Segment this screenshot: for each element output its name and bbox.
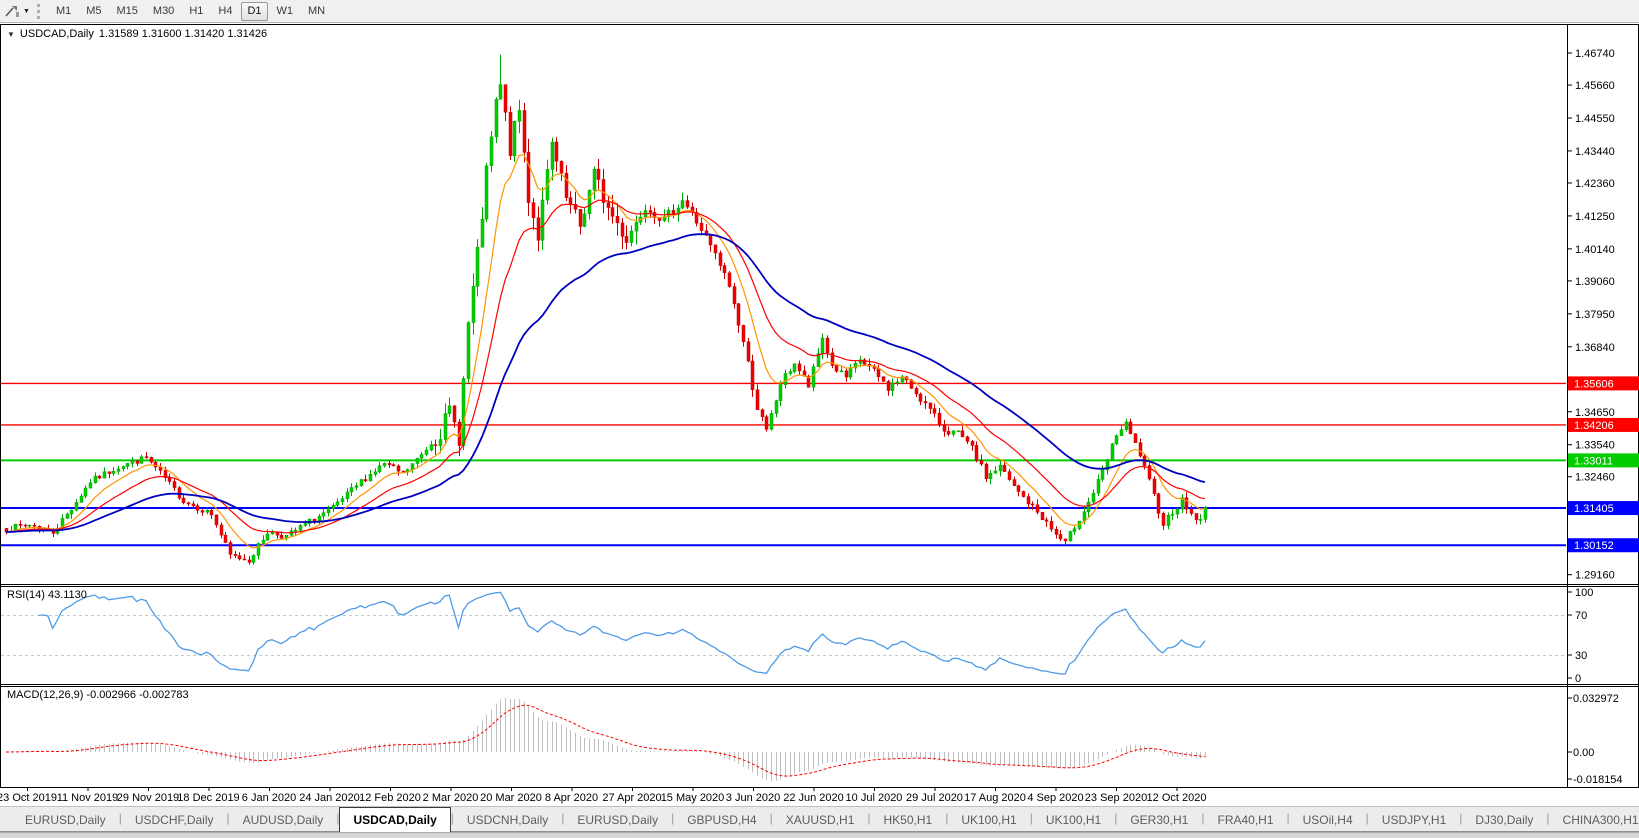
timeframe-button-h1[interactable]: H1 xyxy=(183,2,209,21)
rsi-label: RSI(14) 43.1130 xyxy=(7,589,87,601)
svg-text:20 Mar 2020: 20 Mar 2020 xyxy=(480,792,542,804)
timeframe-button-d1[interactable]: D1 xyxy=(241,2,267,21)
macd-label: MACD(12,26,9) -0.002966 -0.002783 xyxy=(7,689,189,701)
timeframe-button-m5[interactable]: M5 xyxy=(80,2,107,21)
tab-china300-h1[interactable]: CHINA300,H1 xyxy=(1550,809,1639,831)
tab-usdcad-daily[interactable]: USDCAD,Daily xyxy=(339,807,450,832)
svg-text:0.032972: 0.032972 xyxy=(1573,693,1619,705)
svg-text:1.34650: 1.34650 xyxy=(1575,407,1615,419)
tab-xauusd-h1[interactable]: XAUUSD,H1 xyxy=(773,809,868,831)
svg-text:12 Feb 2020: 12 Feb 2020 xyxy=(359,792,421,804)
macd-title: MACD(12,26,9) -0.002966 -0.002783 xyxy=(7,689,189,701)
timeframe-button-mn[interactable]: MN xyxy=(302,2,331,21)
svg-text:10 Jul 2020: 10 Jul 2020 xyxy=(846,792,903,804)
collapse-icon[interactable]: ▼ xyxy=(7,30,15,39)
chart-tools-icon[interactable] xyxy=(4,3,22,19)
tab-uk100-h1[interactable]: UK100,H1 xyxy=(1033,809,1114,831)
toolbar-grip[interactable] xyxy=(37,4,42,19)
tab-gbpusd-h4[interactable]: GBPUSD,H4 xyxy=(674,809,769,831)
tab-usdcnh-daily[interactable]: USDCNH,Daily xyxy=(454,809,561,831)
svg-text:1.43440: 1.43440 xyxy=(1575,146,1615,158)
tab-audusd-daily[interactable]: AUDUSD,Daily xyxy=(230,809,337,831)
svg-text:0.00: 0.00 xyxy=(1573,747,1594,759)
svg-text:1.46740: 1.46740 xyxy=(1575,48,1615,60)
svg-text:100: 100 xyxy=(1575,587,1593,599)
svg-text:18 Dec 2019: 18 Dec 2019 xyxy=(177,792,239,804)
tab-usdchf-daily[interactable]: USDCHF,Daily xyxy=(122,809,227,831)
svg-text:1.44550: 1.44550 xyxy=(1575,113,1615,125)
chart-ohlc-values: 1.31589 1.31600 1.31420 1.31426 xyxy=(99,28,267,40)
svg-text:4 Sep 2020: 4 Sep 2020 xyxy=(1027,792,1083,804)
svg-text:15 May 2020: 15 May 2020 xyxy=(661,792,725,804)
svg-text:17 Aug 2020: 17 Aug 2020 xyxy=(964,792,1026,804)
tab-usdjpy-h1[interactable]: USDJPY,H1 xyxy=(1369,809,1459,831)
timeframe-button-m1[interactable]: M1 xyxy=(50,2,77,21)
svg-text:1.45660: 1.45660 xyxy=(1575,80,1615,92)
timeframe-toolbar: ▼ M1M5M15M30H1H4D1W1MN xyxy=(0,0,1639,23)
chart-canvas[interactable]: 1.46740 1.45660 1.44550 1.43440 1.42360 1.412… xyxy=(0,0,1639,838)
svg-text:1.34206: 1.34206 xyxy=(1574,420,1614,432)
tab-uk100-h1[interactable]: UK100,H1 xyxy=(948,809,1029,831)
svg-text:1.30152: 1.30152 xyxy=(1574,540,1614,552)
timeframe-button-m30[interactable]: M30 xyxy=(147,2,180,21)
chart-tab-bar: EURUSD,Daily|USDCHF,Daily|AUDUSD,Daily|U… xyxy=(0,806,1639,832)
svg-text:1.35606: 1.35606 xyxy=(1574,378,1614,390)
svg-text:22 Jun 2020: 22 Jun 2020 xyxy=(783,792,844,804)
svg-text:1.29160: 1.29160 xyxy=(1575,570,1615,582)
timeframe-button-m15[interactable]: M15 xyxy=(111,2,144,21)
svg-text:27 Apr 2020: 27 Apr 2020 xyxy=(602,792,661,804)
timeframe-button-h4[interactable]: H4 xyxy=(212,2,238,21)
svg-text:1.40140: 1.40140 xyxy=(1575,244,1615,256)
svg-text:6 Jan 2020: 6 Jan 2020 xyxy=(242,792,296,804)
svg-text:1.33011: 1.33011 xyxy=(1574,455,1613,467)
svg-text:12 Oct 2020: 12 Oct 2020 xyxy=(1147,792,1207,804)
svg-text:11 Nov 2019: 11 Nov 2019 xyxy=(57,792,119,804)
svg-text:1.42360: 1.42360 xyxy=(1575,178,1615,190)
svg-text:1.36840: 1.36840 xyxy=(1575,342,1615,354)
svg-text:1.41250: 1.41250 xyxy=(1575,211,1615,223)
chart-title: ▼ USDCAD,Daily 1.31589 1.31600 1.31420 1… xyxy=(7,28,267,40)
bottom-strip xyxy=(0,832,1639,838)
svg-text:2 Mar 2020: 2 Mar 2020 xyxy=(423,792,479,804)
svg-text:-0.018154: -0.018154 xyxy=(1573,774,1623,786)
chevron-down-icon[interactable]: ▼ xyxy=(23,8,30,15)
svg-text:23 Sep 2020: 23 Sep 2020 xyxy=(1085,792,1147,804)
svg-text:8 Apr 2020: 8 Apr 2020 xyxy=(545,792,598,804)
chart-symbol-label: USDCAD,Daily xyxy=(20,28,94,40)
tab-ger30-h1[interactable]: GER30,H1 xyxy=(1117,809,1201,831)
tab-hk50-h1[interactable]: HK50,H1 xyxy=(871,809,946,831)
rsi-title: RSI(14) 43.1130 xyxy=(7,589,87,601)
svg-text:1.31405: 1.31405 xyxy=(1574,503,1614,515)
svg-text:29 Jul 2020: 29 Jul 2020 xyxy=(906,792,963,804)
svg-text:1.33540: 1.33540 xyxy=(1575,440,1615,452)
svg-text:3 Jun 2020: 3 Jun 2020 xyxy=(726,792,780,804)
svg-text:30: 30 xyxy=(1575,650,1587,662)
tab-usoil-h4[interactable]: USOil,H4 xyxy=(1290,809,1366,831)
svg-text:0: 0 xyxy=(1575,673,1581,685)
timeframe-button-w1[interactable]: W1 xyxy=(271,2,300,21)
svg-text:29 Nov 2019: 29 Nov 2019 xyxy=(117,792,179,804)
tab-eurusd-daily[interactable]: EURUSD,Daily xyxy=(12,809,119,831)
tab-eurusd-daily[interactable]: EURUSD,Daily xyxy=(564,809,671,831)
timeframe-buttons: M1M5M15M30H1H4D1W1MN xyxy=(50,2,331,21)
svg-text:24 Jan 2020: 24 Jan 2020 xyxy=(299,792,360,804)
svg-text:23 Oct 2019: 23 Oct 2019 xyxy=(0,792,57,804)
svg-text:70: 70 xyxy=(1575,610,1587,622)
tab-fra40-h1[interactable]: FRA40,H1 xyxy=(1204,809,1286,831)
svg-text:1.32460: 1.32460 xyxy=(1575,472,1615,484)
tab-dj30-daily[interactable]: DJ30,Daily xyxy=(1462,809,1546,831)
svg-text:1.37950: 1.37950 xyxy=(1575,309,1615,321)
svg-text:1.39060: 1.39060 xyxy=(1575,276,1615,288)
